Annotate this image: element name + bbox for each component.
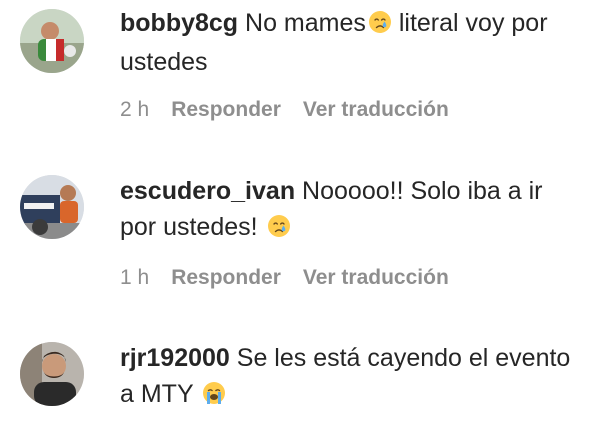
crying-face-icon — [368, 8, 392, 44]
avatar-image — [20, 9, 84, 73]
comment-username[interactable]: bobby8cg — [120, 9, 238, 37]
avatar[interactable] — [20, 342, 84, 406]
comment-text: rjr192000 Se les está cayendo el evento … — [120, 340, 580, 415]
comment-username[interactable]: escudero_ivan — [120, 177, 295, 205]
avatar-image — [20, 342, 84, 406]
reply-button[interactable]: Responder — [171, 266, 281, 289]
comment-text: bobby8cg No mames literal voy por ustede… — [120, 5, 580, 80]
comment-time: 1 h — [120, 266, 150, 289]
avatar-image — [20, 175, 84, 239]
comment-time: 2 h — [120, 98, 150, 121]
reply-button[interactable]: Responder — [171, 98, 281, 121]
comment-meta: 2 h Responder Ver traducción — [120, 96, 471, 124]
translate-button[interactable]: Ver traducción — [303, 98, 449, 121]
comment-message: No mames — [245, 9, 366, 37]
comment-body: rjr192000 Se les está cayendo el evento … — [120, 340, 580, 415]
comment-username[interactable]: rjr192000 — [120, 344, 230, 372]
comment-text: escudero_ivan Nooooo!! Solo iba a ir por… — [120, 173, 580, 248]
loudly-crying-face-icon — [202, 379, 226, 415]
translate-button[interactable]: Ver traducción — [303, 266, 449, 289]
avatar[interactable] — [20, 175, 84, 239]
comment-meta: 1 h Responder Ver traducción — [120, 264, 471, 292]
crying-face-icon — [267, 212, 291, 248]
avatar[interactable] — [20, 9, 84, 73]
comment-body: bobby8cg No mames literal voy por ustede… — [120, 5, 580, 80]
comment-body: escudero_ivan Nooooo!! Solo iba a ir por… — [120, 173, 580, 248]
